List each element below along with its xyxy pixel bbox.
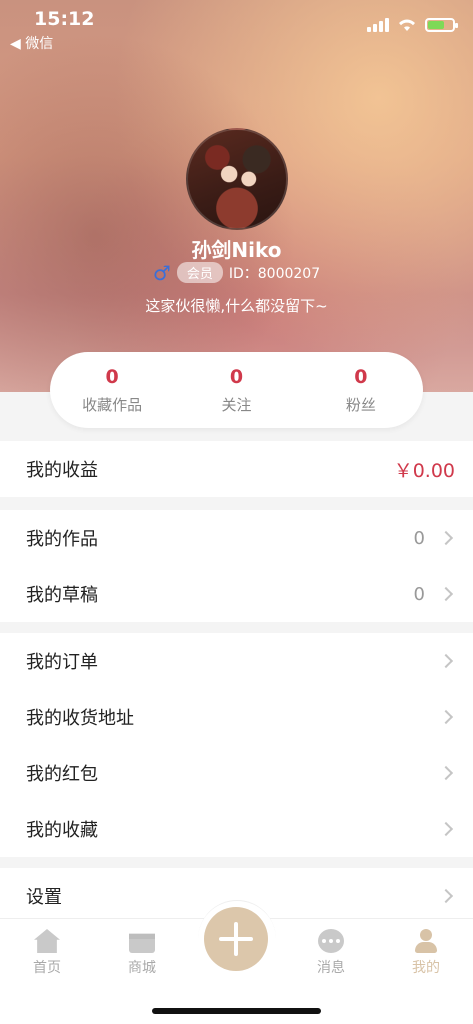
my-favorites-row[interactable]: 我的收藏 <box>0 801 473 857</box>
battery-icon <box>425 18 458 32</box>
tab-messages[interactable]: 消息 <box>301 929 361 977</box>
avatar[interactable] <box>186 128 288 230</box>
stat-value: 0 <box>105 365 119 388</box>
user-icon <box>413 929 439 953</box>
tab-mine[interactable]: 我的 <box>396 929 456 977</box>
my-drafts-row[interactable]: 我的草稿 0 <box>0 566 473 622</box>
member-badge: 会员 <box>176 262 223 283</box>
user-id: ID：8000207 <box>228 265 321 282</box>
row-label: 我的订单 <box>26 652 98 673</box>
row-count: 0 <box>413 583 425 605</box>
status-bar: 15:12 ◀ 微信 <box>0 0 473 56</box>
wifi-icon <box>399 19 415 31</box>
username: 孙剑Niko <box>191 238 282 262</box>
row-label: 我的收藏 <box>26 820 98 841</box>
signal-icon <box>367 18 389 32</box>
home-indicator[interactable] <box>152 1008 321 1014</box>
stat-label: 关注 <box>221 395 252 414</box>
tab-label: 商城 <box>128 960 156 976</box>
profile-header: 15:12 ◀ 微信 孙剑Niko ♂ 会员 ID：8000207 这家伙很懒,… <box>0 0 473 392</box>
chevron-right-icon <box>438 765 454 781</box>
chevron-right-icon <box>438 653 454 669</box>
publish-button-wrap <box>198 900 276 978</box>
chevron-right-icon <box>438 530 454 546</box>
menu-section: 我的订单 我的收货地址 我的红包 我的收藏 <box>0 633 473 857</box>
male-gender-icon: ♂ <box>152 260 171 285</box>
row-label: 我的收货地址 <box>26 708 134 729</box>
my-address-row[interactable]: 我的收货地址 <box>0 689 473 745</box>
row-count: 0 <box>413 527 425 549</box>
my-orders-row[interactable]: 我的订单 <box>0 633 473 689</box>
profile-meta: ♂ 会员 ID：8000207 <box>0 262 473 283</box>
stats-card: 0 收藏作品 0 关注 0 粉丝 <box>50 352 423 428</box>
row-label: 我的草稿 <box>26 585 98 606</box>
stat-label: 粉丝 <box>345 395 376 414</box>
earnings-label: 我的收益 <box>26 460 98 481</box>
tab-label: 消息 <box>317 960 345 976</box>
profile-bio: 这家伙很懒,什么都没留下~ <box>145 297 328 315</box>
stat-following[interactable]: 0 关注 <box>174 352 298 428</box>
works-section: 我的作品 0 我的草稿 0 <box>0 510 473 622</box>
stat-value: 0 <box>354 365 368 388</box>
home-icon <box>34 929 60 953</box>
status-indicators <box>367 18 458 32</box>
status-time: 15:12 <box>34 8 95 30</box>
chevron-right-icon <box>438 586 454 602</box>
shop-icon <box>129 933 155 953</box>
stat-label: 收藏作品 <box>82 395 143 414</box>
plus-icon[interactable] <box>204 907 268 971</box>
chevron-right-icon <box>438 888 454 904</box>
my-red-packets-row[interactable]: 我的红包 <box>0 745 473 801</box>
earnings-row[interactable]: 我的收益 ￥0.00 <box>0 441 473 497</box>
row-label: 我的红包 <box>26 764 98 785</box>
tab-label: 我的 <box>412 960 440 976</box>
stat-value: 0 <box>229 365 244 388</box>
tab-home[interactable]: 首页 <box>17 929 77 977</box>
chevron-right-icon <box>438 709 454 725</box>
stat-fans[interactable]: 0 粉丝 <box>299 352 423 428</box>
tab-label: 首页 <box>33 960 61 976</box>
stat-favorite-works[interactable]: 0 收藏作品 <box>50 352 174 428</box>
my-works-row[interactable]: 我的作品 0 <box>0 510 473 566</box>
chevron-right-icon <box>438 821 454 837</box>
row-label: 我的作品 <box>26 529 98 550</box>
tab-shop[interactable]: 商城 <box>112 929 172 977</box>
earnings-amount: ￥0.00 <box>393 459 455 482</box>
message-icon <box>318 929 344 953</box>
earnings-section: 我的收益 ￥0.00 <box>0 441 473 497</box>
back-to-wechat-link[interactable]: ◀ 微信 <box>10 33 53 53</box>
